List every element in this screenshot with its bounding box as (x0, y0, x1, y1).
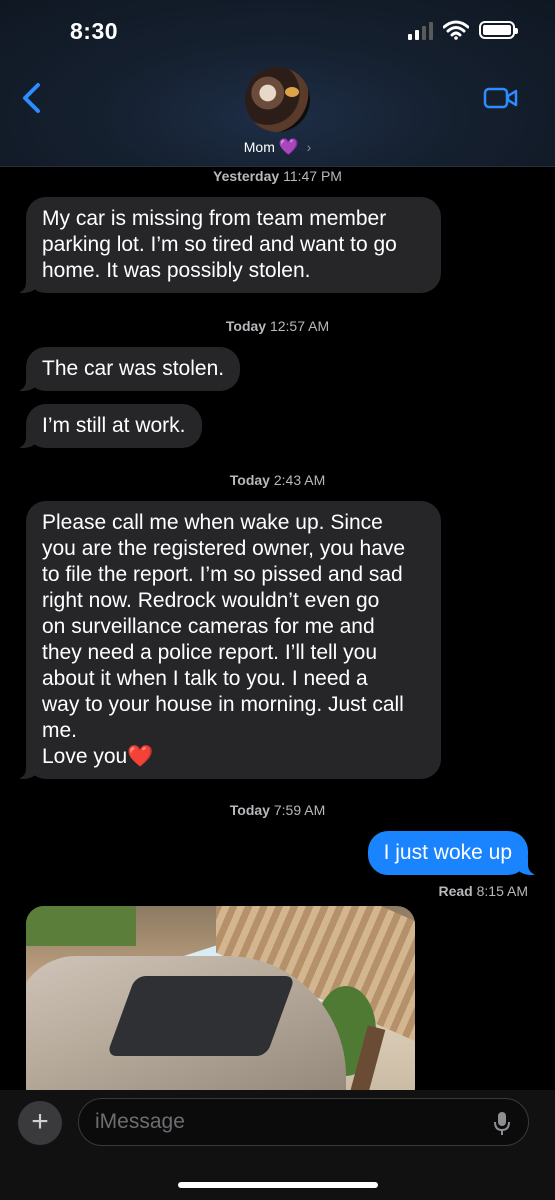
status-bar: 8:30 (0, 0, 555, 64)
read-label: Read (438, 883, 473, 899)
timestamp: Today 12:57 AM (0, 318, 555, 334)
facetime-video-button[interactable] (483, 86, 519, 115)
video-camera-icon (483, 87, 518, 109)
message-line: about it when I talk to you. I need a (42, 667, 368, 690)
timestamp-time: 7:59 AM (273, 802, 326, 818)
microphone-button[interactable] (492, 1111, 512, 1142)
timestamp-time: 11:47 PM (283, 168, 342, 184)
chevron-right-icon: › (306, 139, 312, 155)
timestamp-time: 12:57 AM (269, 318, 330, 334)
plus-button[interactable]: + (18, 1101, 62, 1145)
timestamp-time: 2:43 AM (273, 472, 326, 488)
battery-icon (479, 21, 518, 39)
chevron-left-icon (23, 83, 40, 113)
home-indicator[interactable] (178, 1182, 378, 1188)
message-line: me. (42, 719, 78, 742)
cellular-signal-icon (408, 20, 433, 40)
photo-attachment[interactable] (26, 906, 415, 1106)
message-line: Love you❤️ (42, 745, 154, 768)
timestamp: Today 7:59 AM (0, 802, 555, 818)
received-message[interactable]: Please call me when wake up. Since you a… (16, 501, 441, 779)
received-message[interactable]: The car was stolen. (15, 347, 241, 391)
timestamp-day: Today (225, 318, 267, 334)
message-line: Please call me when wake up. Since (42, 511, 383, 534)
message-line: on surveillance cameras for me and (42, 615, 375, 638)
imessage-input[interactable] (78, 1098, 529, 1146)
read-time: 8:15 AM (476, 883, 528, 899)
message-line: way to your house in morning. Just call (42, 693, 404, 716)
contact-name-row[interactable]: Mom 💜 › (0, 137, 555, 157)
timestamp: Today 2:43 AM (0, 472, 555, 488)
wifi-icon (443, 20, 469, 40)
back-button[interactable] (18, 78, 48, 118)
status-icons (408, 20, 518, 40)
message-line: right now. Redrock wouldn’t even go (42, 589, 380, 612)
contact-avatar[interactable] (245, 67, 310, 132)
purple-heart-emoji: 💜 (278, 139, 299, 156)
microphone-icon (494, 1112, 510, 1135)
timestamp-day: Today (229, 802, 270, 818)
contact-name: Mom (243, 139, 275, 155)
sent-message[interactable]: I just woke up (367, 831, 539, 875)
received-message[interactable]: I’m still at work. (16, 404, 202, 448)
timestamp-day: Today (229, 472, 270, 488)
timestamp: Yesterday 11:47 PM (0, 168, 555, 184)
message-line: you are the registered owner, you have (42, 537, 406, 560)
message-line: to file the report. I’m so pissed and sa… (42, 563, 403, 586)
message-line: they need a police report. I’ll tell you (42, 641, 378, 664)
timestamp-day: Yesterday (213, 168, 280, 184)
received-message[interactable]: My car is missing from team member parki… (16, 197, 441, 293)
status-time: 8:30 (70, 18, 119, 44)
read-receipt: Read 8:15 AM (439, 883, 529, 899)
